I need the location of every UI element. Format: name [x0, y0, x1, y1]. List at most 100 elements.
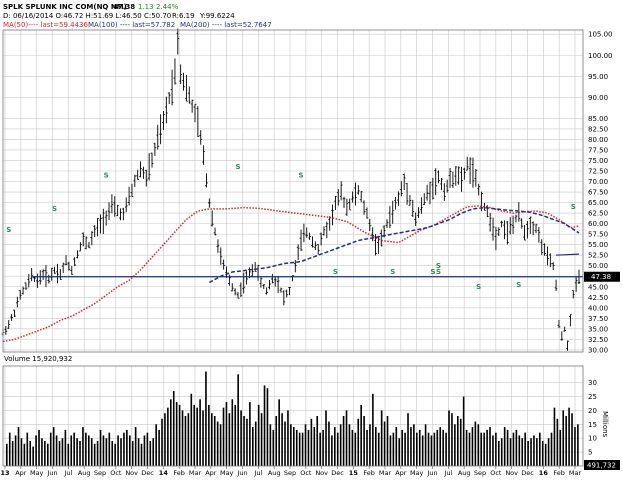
- volume-bar: [126, 429, 128, 466]
- price-tick-label: 35.00: [588, 325, 608, 333]
- volume-bar: [518, 435, 521, 466]
- volume-bar: [234, 404, 237, 466]
- volume-bar: [187, 413, 190, 466]
- split-marker: S: [571, 203, 576, 211]
- volume-bar: [416, 432, 418, 466]
- volume-bar: [316, 416, 319, 466]
- x-tick-label: Dec: [521, 469, 534, 477]
- split-marker: S: [516, 281, 521, 289]
- volume-bar: [451, 413, 453, 466]
- last-price-flag: 47.38: [584, 271, 620, 282]
- price-tick-label: 57.50: [588, 231, 608, 239]
- volume-bar: [357, 418, 360, 466]
- volume-bar: [105, 438, 108, 466]
- volume-bar: [342, 416, 345, 466]
- price-change-pct: 2.44%: [156, 3, 179, 11]
- volume-bar: [52, 427, 55, 466]
- stock-chart: SPLK SPLUNK INC COM(NQ NM) 47.38 1.13 2.…: [0, 0, 623, 480]
- volume-bar: [170, 399, 172, 466]
- x-tick-label: Sep: [284, 469, 296, 477]
- x-tick-label: Mar: [569, 469, 582, 477]
- volume-bar: [380, 410, 383, 466]
- volume-bar: [26, 432, 29, 466]
- price-tick-label: 32.50: [588, 336, 608, 344]
- last-volume-flag: 491,732: [584, 460, 620, 470]
- volume-bar: [468, 432, 471, 466]
- x-tick-label: Sep: [94, 469, 106, 477]
- x-tick-label: May: [410, 469, 424, 477]
- volume-bar: [492, 435, 494, 466]
- price-tick-label: 45.00: [588, 283, 608, 291]
- price-tick-label: 62.50: [588, 210, 608, 218]
- volume-bar: [407, 413, 409, 466]
- volume-bar: [454, 424, 456, 466]
- volume-bar: [29, 441, 32, 466]
- x-tick-label: 15: [349, 469, 359, 477]
- volume-bar: [216, 421, 219, 466]
- price-tick-label: 65.00: [588, 199, 608, 207]
- price-tick-label: 30.00: [588, 346, 608, 354]
- volume-bar: [47, 443, 49, 466]
- volume-bar: [533, 435, 535, 466]
- volume-bar: [430, 435, 433, 466]
- volume-bar: [310, 418, 313, 466]
- volume-bar: [483, 432, 485, 466]
- volume-bar: [336, 432, 339, 466]
- volume-bar: [319, 432, 321, 466]
- volume-bar: [354, 432, 357, 466]
- volume-bar: [544, 443, 547, 466]
- volume-bar: [67, 443, 70, 466]
- volume-bar: [252, 427, 254, 466]
- volume-bar: [571, 413, 573, 466]
- volume-bar: [82, 427, 84, 466]
- volume-bar: [164, 413, 166, 466]
- volume-bar: [137, 438, 140, 466]
- volume-bar: [35, 435, 37, 466]
- volume-bar: [108, 432, 111, 466]
- x-tick-label: Mar: [379, 469, 392, 477]
- volume-bar: [196, 407, 198, 466]
- split-marker: S: [333, 268, 338, 276]
- volume-bar: [307, 429, 310, 466]
- volume-bar: [386, 416, 389, 466]
- volume-bar: [246, 418, 248, 466]
- volume-bar: [44, 441, 46, 466]
- volume-bar: [401, 429, 403, 466]
- x-tick-label: May: [220, 469, 234, 477]
- volume-bar: [433, 432, 436, 466]
- volume-bar: [398, 438, 401, 466]
- volume-bar: [521, 438, 524, 466]
- volume-bar: [541, 441, 544, 466]
- volume-bar: [178, 404, 181, 466]
- price-tick-label: 72.50: [588, 168, 608, 176]
- volume-bar: [32, 446, 34, 466]
- volume-bar: [175, 402, 178, 466]
- x-tick-label: Apr: [205, 469, 217, 477]
- split-marker: S: [436, 268, 441, 276]
- volume-bar: [257, 404, 260, 466]
- volume-bar: [205, 371, 207, 466]
- y-value: Y:99.6224: [199, 12, 235, 20]
- volume-bar: [202, 410, 204, 466]
- price-tick-label: 85.00: [588, 115, 608, 123]
- volume-bar: [225, 402, 228, 466]
- volume-bar: [193, 404, 196, 466]
- price-tick-label: 105.00: [588, 31, 613, 39]
- volume-bar: [181, 410, 184, 466]
- volume-bar: [512, 432, 515, 466]
- volume-bar: [167, 407, 169, 466]
- volume-bar: [143, 435, 146, 466]
- volume-bar: [427, 432, 430, 466]
- volume-bar: [6, 443, 8, 466]
- volume-bar: [237, 374, 239, 466]
- volume-bar: [547, 438, 550, 466]
- x-tick-label: 16: [539, 469, 549, 477]
- volume-bar: [562, 410, 565, 466]
- price-tick-label: 95.00: [588, 73, 608, 81]
- x-tick-label: Feb: [363, 469, 375, 477]
- volume-bar: [73, 432, 75, 466]
- price-tick-label: 60.00: [588, 220, 608, 228]
- split-marker: S: [430, 268, 435, 276]
- price-change: 1.13: [138, 3, 154, 11]
- price-tick-label: 55.00: [588, 241, 608, 249]
